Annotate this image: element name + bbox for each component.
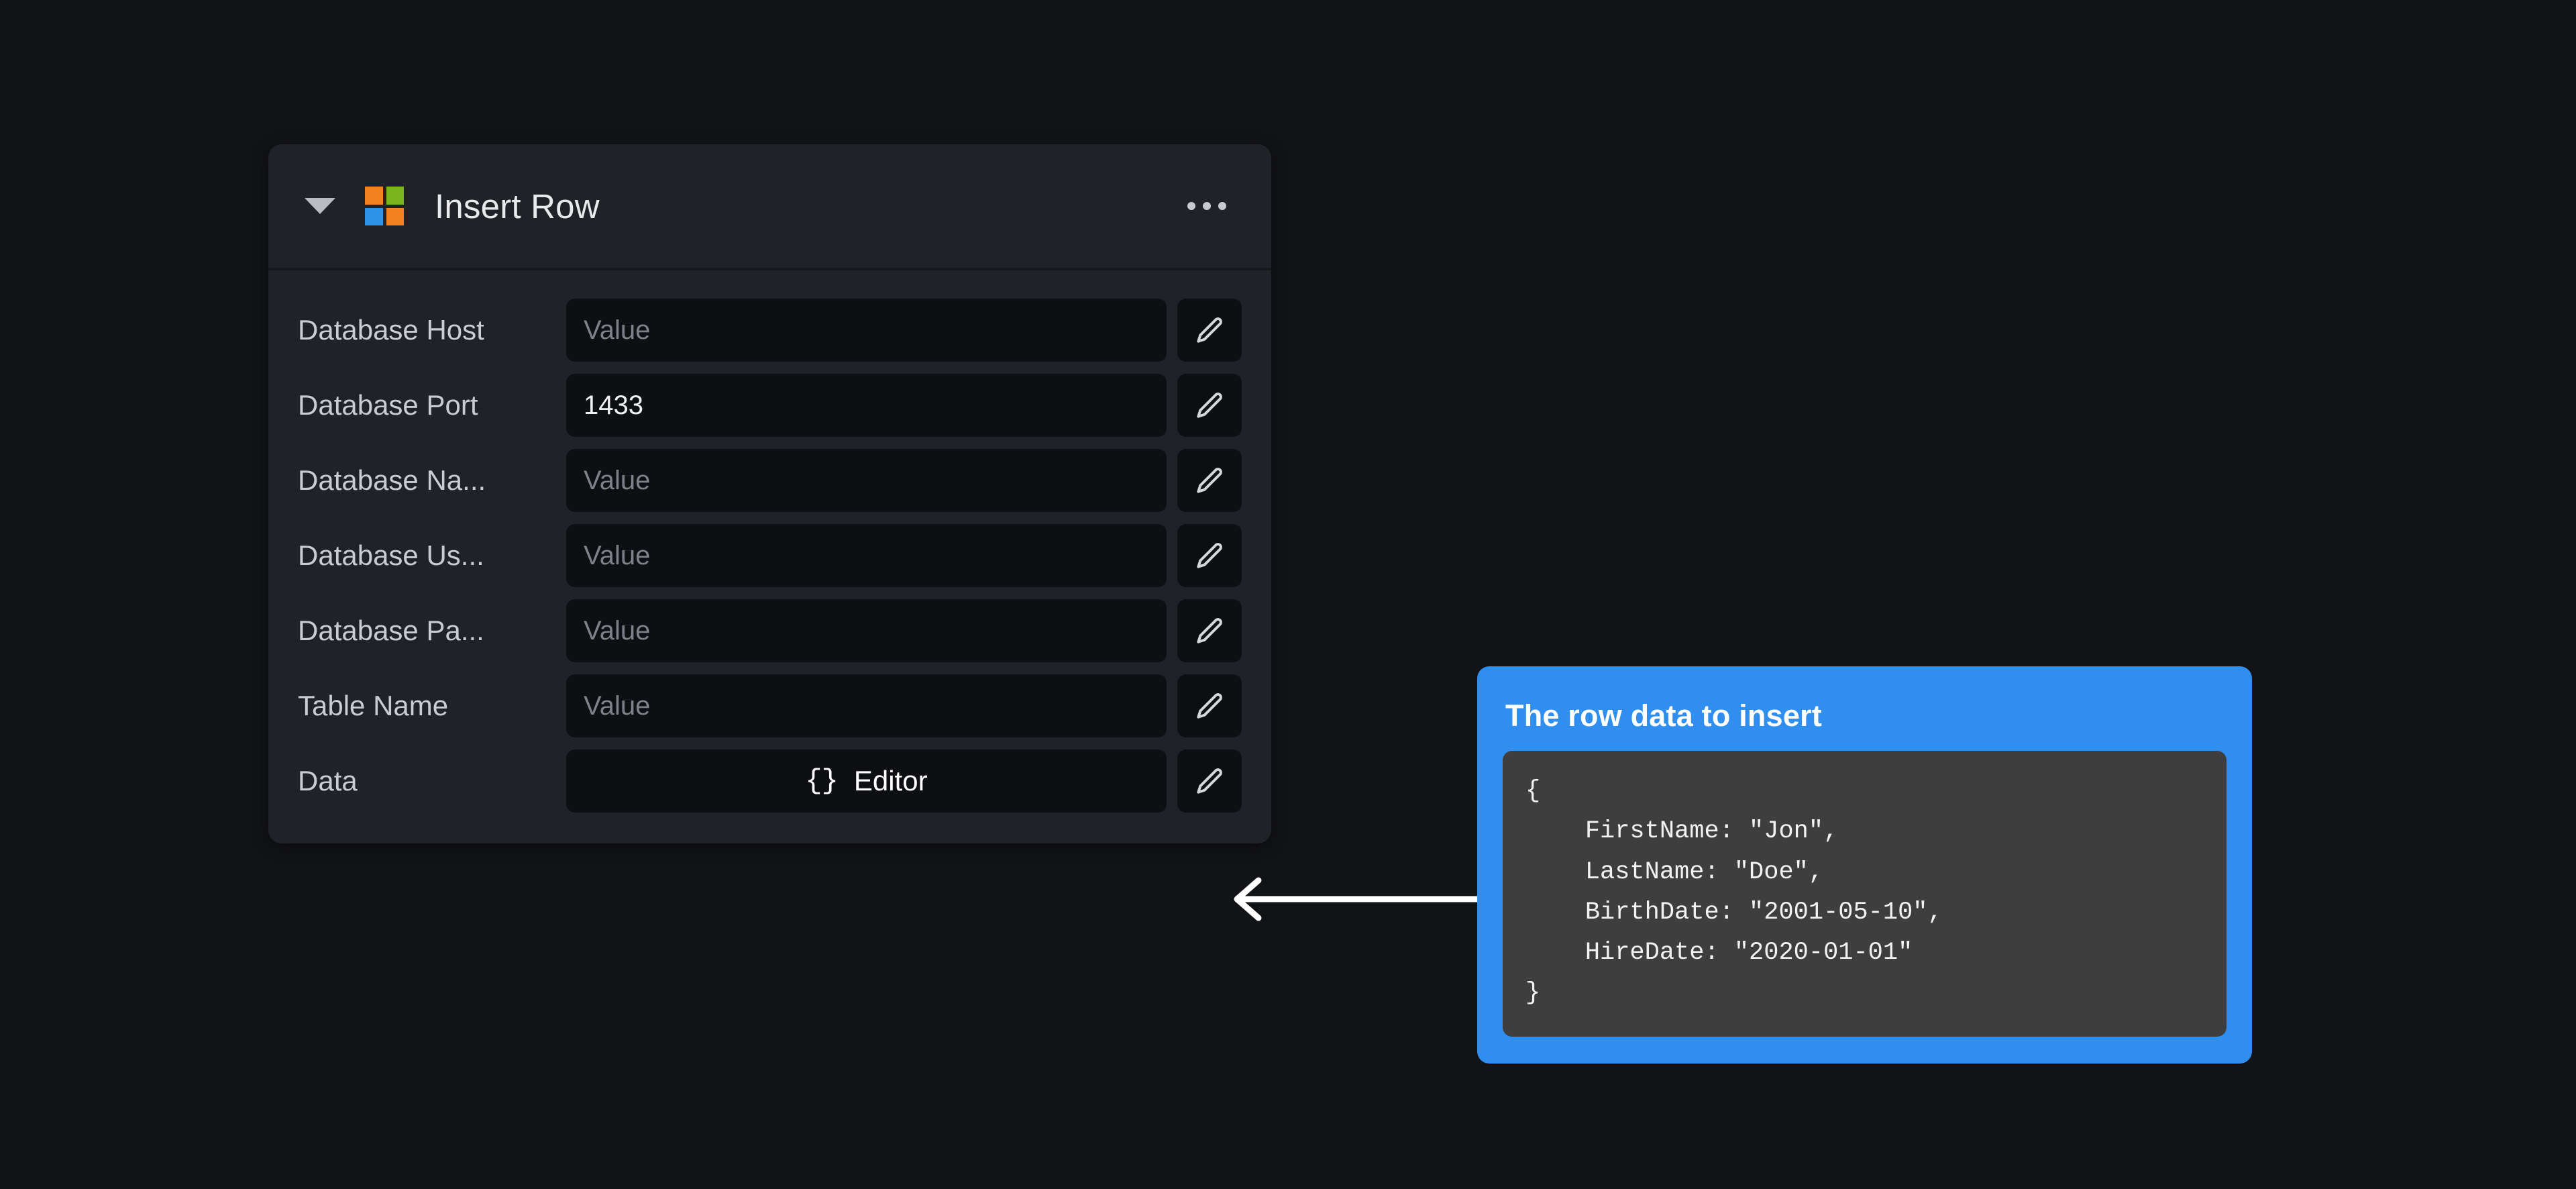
field-input-database-host[interactable]: Value bbox=[566, 299, 1167, 362]
field-row: Database Na... Value bbox=[298, 449, 1242, 512]
field-input-database-user[interactable]: Value bbox=[566, 524, 1167, 587]
field-input-table-name[interactable]: Value bbox=[566, 674, 1167, 737]
pencil-glyph bbox=[1197, 393, 1222, 418]
field-row: Data {} Editor bbox=[298, 749, 1242, 813]
pencil-glyph bbox=[1197, 618, 1222, 643]
field-label-database-user: Database Us... bbox=[298, 539, 484, 571]
pencil-glyph bbox=[1197, 468, 1222, 493]
ellipsis-dot-3 bbox=[1218, 202, 1226, 210]
field-row: Database Port 1433 bbox=[298, 374, 1242, 437]
pencil-icon-database-port[interactable] bbox=[1177, 374, 1242, 437]
node-body: Database Host Value Database Port 1433 D… bbox=[268, 270, 1271, 843]
ellipsis-dot-2 bbox=[1203, 202, 1211, 210]
field-row: Database Host Value bbox=[298, 299, 1242, 362]
pencil-glyph bbox=[1197, 693, 1222, 719]
microsoft-squares-icon bbox=[365, 187, 404, 225]
logo-square-bottom-left bbox=[365, 207, 383, 225]
ellipsis-horizontal-icon[interactable] bbox=[1179, 182, 1235, 230]
pencil-glyph bbox=[1197, 317, 1222, 343]
field-row: Database Us... Value bbox=[298, 524, 1242, 587]
logo-square-top-right bbox=[386, 187, 404, 205]
field-input-database-name[interactable]: Value bbox=[566, 449, 1167, 512]
field-label-database-name: Database Na... bbox=[298, 464, 486, 496]
field-label-database-password: Database Pa... bbox=[298, 615, 484, 646]
pencil-icon-table-name[interactable] bbox=[1177, 674, 1242, 737]
chevron-down-glyph bbox=[305, 198, 335, 214]
field-label-table-name: Table Name bbox=[298, 690, 449, 721]
data-editor-button[interactable]: {} Editor bbox=[566, 749, 1167, 813]
pencil-glyph bbox=[1197, 543, 1222, 568]
data-editor-button-label: Editor bbox=[853, 765, 928, 796]
field-row: Table Name Value bbox=[298, 674, 1242, 737]
field-label-data: Data bbox=[298, 765, 358, 796]
field-label-database-port: Database Port bbox=[298, 389, 478, 421]
pencil-icon-database-name[interactable] bbox=[1177, 449, 1242, 512]
field-input-database-port[interactable]: 1433 bbox=[566, 374, 1167, 437]
pencil-icon-database-host[interactable] bbox=[1177, 299, 1242, 362]
pencil-icon-database-password[interactable] bbox=[1177, 599, 1242, 662]
callout-title: The row data to insert bbox=[1505, 699, 1822, 733]
insert-row-node-card: Insert Row Database Host Value Database … bbox=[268, 144, 1271, 843]
arrow-left-icon bbox=[1234, 877, 1481, 921]
pencil-icon-database-user[interactable] bbox=[1177, 524, 1242, 587]
field-label-database-host: Database Host bbox=[298, 314, 484, 346]
chevron-down-icon[interactable] bbox=[298, 184, 342, 228]
field-input-database-password[interactable]: Value bbox=[566, 599, 1167, 662]
ellipsis-dot-1 bbox=[1187, 202, 1195, 210]
callout-code-block: { FirstName: "Jon", LastName: "Doe", Bir… bbox=[1503, 751, 2226, 1037]
screenshot-stage: Insert Row Database Host Value Database … bbox=[0, 0, 2576, 1189]
node-title: Insert Row bbox=[435, 187, 600, 225]
pencil-glyph bbox=[1197, 768, 1222, 794]
logo-square-bottom-right bbox=[386, 207, 404, 225]
field-row: Database Pa... Value bbox=[298, 599, 1242, 662]
annotation-callout: The row data to insert { FirstName: "Jon… bbox=[1477, 666, 2252, 1064]
logo-square-top-left bbox=[365, 187, 383, 205]
pencil-icon-data[interactable] bbox=[1177, 749, 1242, 813]
curly-braces-icon: {} bbox=[805, 765, 838, 797]
node-header: Insert Row bbox=[268, 144, 1271, 270]
